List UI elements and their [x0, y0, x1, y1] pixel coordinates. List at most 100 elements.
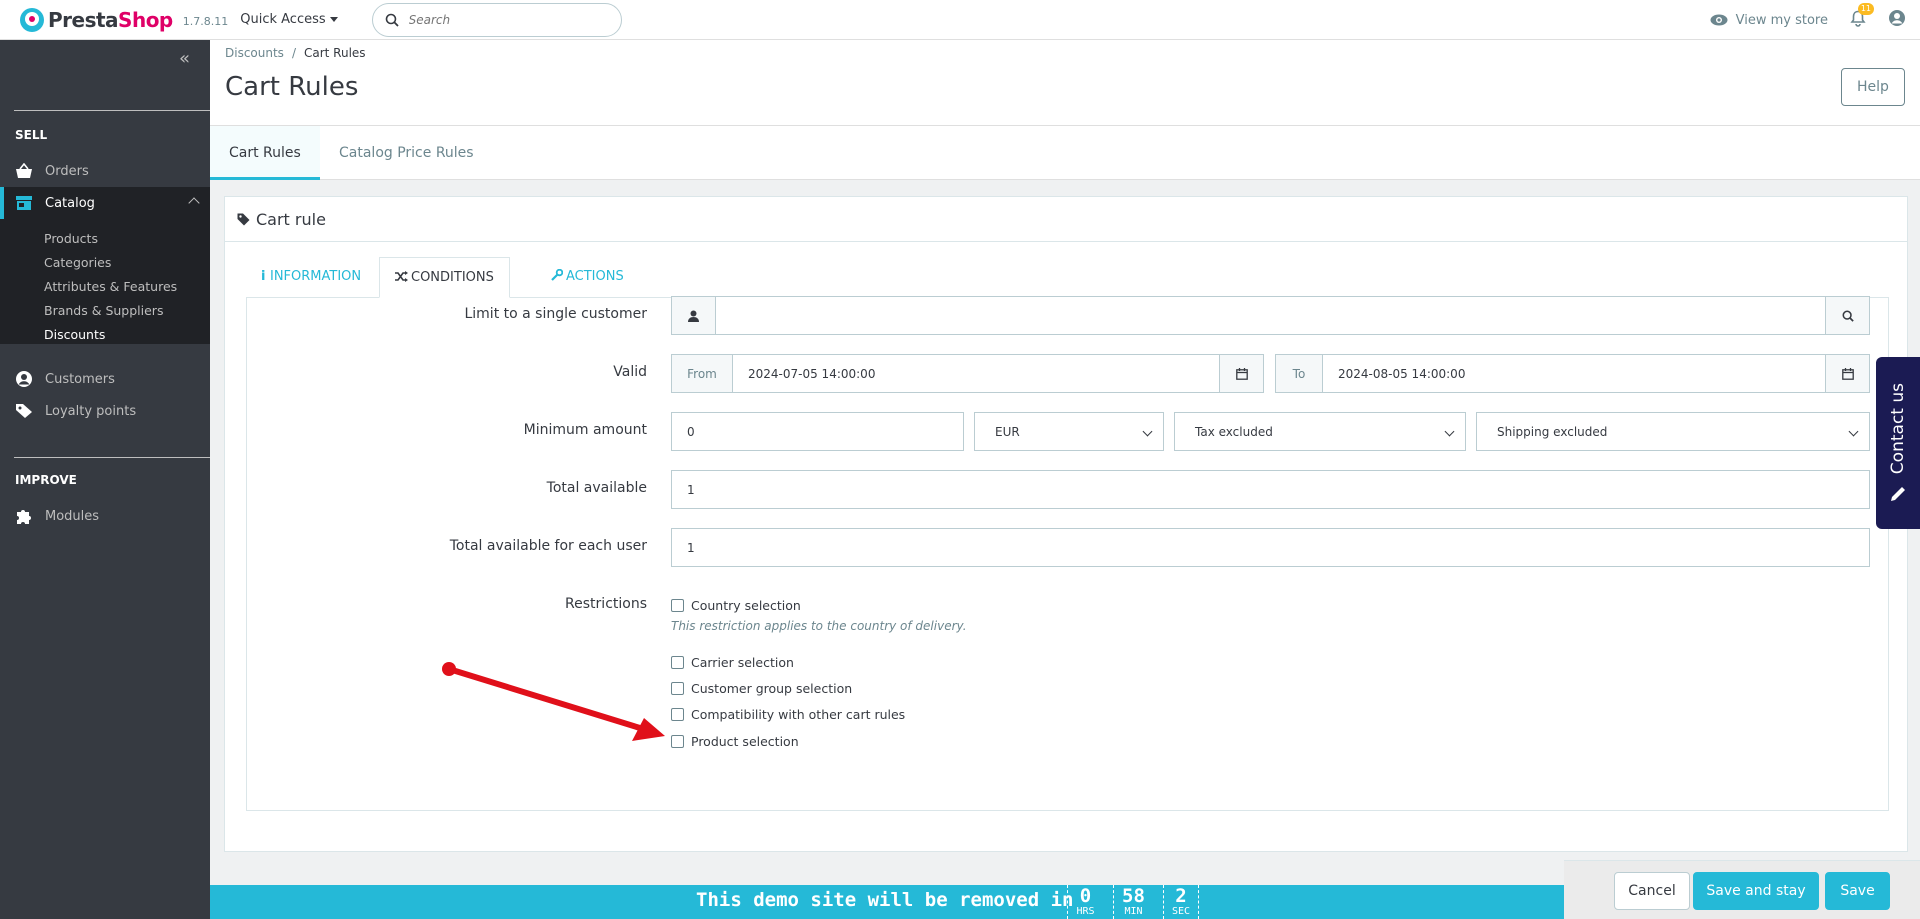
notification-badge: 11	[1857, 2, 1874, 15]
currency-select[interactable]: EUR	[974, 412, 1164, 451]
sidebar-sub-discounts[interactable]: Discounts	[44, 327, 105, 342]
limit-customer-label: Limit to a single customer	[464, 306, 647, 322]
prestashop-logo-icon	[20, 7, 44, 32]
search-input[interactable]	[408, 12, 589, 27]
prestashop-logo[interactable]: PrestaShop	[20, 7, 173, 32]
sidebar-sub-attributes[interactable]: Attributes & Features	[44, 279, 177, 294]
form-action-bar: Cancel Save and stay Save	[1564, 860, 1920, 919]
employee-menu[interactable]	[1888, 9, 1906, 31]
demo-countdown-bar: This demo site will be removed in 0 HRS 5…	[210, 885, 1564, 919]
sidebar-sub-products[interactable]: Products	[44, 231, 98, 246]
tax-select[interactable]: Tax excluded	[1174, 412, 1466, 451]
to-calendar-button[interactable]	[1825, 354, 1870, 393]
quick-access-dropdown[interactable]: Quick Access	[240, 12, 338, 27]
carrier-checkbox[interactable]	[671, 656, 684, 669]
help-button[interactable]: Help	[1841, 68, 1905, 106]
total-available-input[interactable]: 1	[671, 470, 1870, 509]
eye-icon	[1710, 14, 1728, 26]
caret-down-icon	[329, 17, 338, 22]
customer-group-checkbox[interactable]	[671, 682, 684, 695]
search-box[interactable]	[371, 2, 622, 37]
shuffle-icon	[395, 271, 408, 282]
customer-search-button[interactable]	[1825, 296, 1870, 335]
sidebar-item-orders[interactable]: Orders	[0, 155, 210, 187]
store-icon	[16, 196, 32, 210]
product-checkbox[interactable]	[671, 735, 684, 748]
sidebar: « SELL Orders Catalog Products Categorie…	[0, 40, 210, 919]
sidebar-divider	[14, 457, 210, 458]
total-per-user-input[interactable]: 1	[671, 528, 1870, 567]
shipping-select[interactable]: Shipping excluded	[1476, 412, 1870, 451]
country-restriction[interactable]: Country selection	[671, 598, 801, 613]
conditions-panel: Limit to a single customer Valid From 20…	[246, 296, 1889, 811]
customer-search-input[interactable]	[715, 296, 1826, 335]
wrench-icon	[551, 268, 564, 281]
tag-icon	[237, 213, 250, 225]
countdown-minutes: 58 MIN	[1113, 885, 1153, 919]
cancel-button[interactable]: Cancel	[1614, 872, 1690, 910]
breadcrumb-link-discounts[interactable]: Discounts	[225, 46, 284, 60]
from-calendar-button[interactable]	[1219, 354, 1264, 393]
catalog-submenu: Products Categories Attributes & Feature…	[0, 219, 210, 344]
compatibility-checkbox[interactable]	[671, 708, 684, 721]
tab-conditions[interactable]: CONDITIONS	[379, 257, 510, 298]
page-tabs: Cart Rules Catalog Price Rules	[210, 126, 1920, 180]
sidebar-section-sell: SELL	[15, 128, 48, 142]
user-circle-icon	[1889, 10, 1905, 26]
sidebar-section-improve: IMPROVE	[15, 473, 77, 487]
valid-label: Valid	[613, 364, 647, 380]
top-header: PrestaShop 1.7.8.11 Quick Access View my…	[0, 0, 1920, 40]
collapse-sidebar-icon[interactable]: «	[179, 48, 190, 69]
cart-rule-card: Cart rule i INFORMATION CONDITIONS ACTIO…	[224, 196, 1908, 852]
user-circle-icon	[16, 371, 32, 387]
sidebar-item-catalog[interactable]: Catalog	[0, 187, 210, 219]
shopping-basket-icon	[16, 163, 32, 178]
info-icon: i	[261, 269, 270, 284]
demo-notice-text: This demo site will be removed in	[696, 889, 1074, 911]
save-and-stay-button[interactable]: Save and stay	[1693, 872, 1819, 910]
contact-us-tab[interactable]: Contact us	[1876, 357, 1920, 529]
customer-addon	[671, 296, 716, 335]
total-per-user-label: Total available for each user	[449, 538, 647, 554]
tab-catalog-price-rules[interactable]: Catalog Price Rules	[339, 126, 474, 180]
product-restriction[interactable]: Product selection	[671, 734, 799, 749]
puzzle-icon	[17, 510, 31, 524]
chevron-up-icon	[188, 197, 200, 209]
breadcrumb: Discounts / Cart Rules	[225, 46, 366, 60]
card-header: Cart rule	[225, 197, 1907, 242]
sidebar-item-customers[interactable]: Customers	[0, 363, 210, 395]
search-icon	[385, 13, 399, 27]
restrictions-label: Restrictions	[565, 596, 647, 612]
countdown-hours: 0 HRS	[1067, 885, 1103, 919]
compatibility-restriction[interactable]: Compatibility with other cart rules	[671, 707, 905, 722]
carrier-restriction[interactable]: Carrier selection	[671, 655, 794, 670]
to-addon: To	[1275, 354, 1323, 393]
page-title: Cart Rules	[225, 72, 359, 102]
countdown-seconds: 2 SEC	[1163, 885, 1199, 919]
customer-group-restriction[interactable]: Customer group selection	[671, 681, 852, 696]
pencil-icon	[1891, 486, 1905, 501]
minimum-amount-label: Minimum amount	[523, 422, 647, 438]
sidebar-sub-categories[interactable]: Categories	[44, 255, 111, 270]
country-checkbox[interactable]	[671, 599, 684, 612]
tab-actions[interactable]: ACTIONS	[551, 257, 624, 297]
calendar-icon	[1841, 367, 1854, 380]
sidebar-divider	[14, 110, 210, 111]
sidebar-item-modules[interactable]: Modules	[0, 500, 210, 532]
from-addon: From	[671, 354, 733, 393]
page-header: Discounts / Cart Rules Cart Rules Help	[210, 40, 1920, 126]
sidebar-item-loyalty[interactable]: Loyalty points	[0, 395, 210, 427]
tag-icon	[16, 404, 32, 418]
notifications-button[interactable]: 11	[1850, 2, 1874, 31]
view-store-link[interactable]: View my store	[1710, 13, 1828, 28]
country-help-text: This restriction applies to the country …	[671, 619, 967, 633]
breadcrumb-current: Cart Rules	[303, 46, 366, 60]
sidebar-sub-brands[interactable]: Brands & Suppliers	[44, 303, 163, 318]
minimum-amount-input[interactable]: 0	[671, 412, 964, 451]
tab-cart-rules[interactable]: Cart Rules	[210, 126, 320, 180]
save-button[interactable]: Save	[1825, 872, 1890, 910]
valid-to-input[interactable]: 2024-08-05 14:00:00	[1322, 354, 1826, 393]
tab-information[interactable]: i INFORMATION	[261, 257, 361, 297]
valid-from-input[interactable]: 2024-07-05 14:00:00	[732, 354, 1220, 393]
total-available-label: Total available	[546, 480, 647, 496]
